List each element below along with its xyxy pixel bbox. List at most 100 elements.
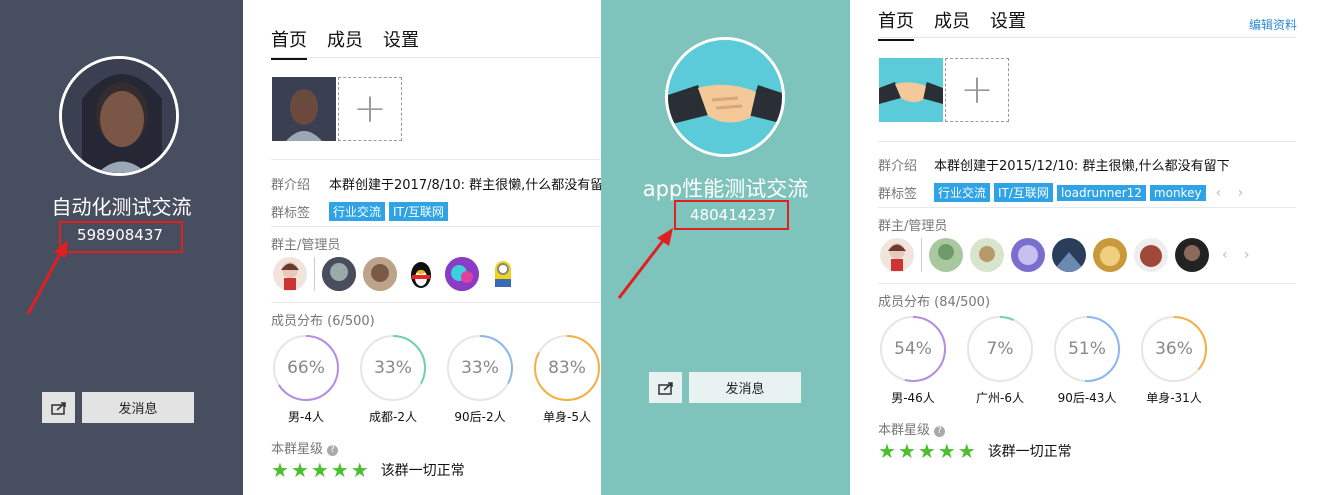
tag[interactable]: 行业交流 [329, 202, 386, 221]
rating-label: 本群星级? [878, 419, 946, 438]
group1-name: 自动化测试交流 [51, 195, 192, 219]
donut-label: 男-46人 [891, 391, 935, 405]
tab-divider [878, 37, 1296, 38]
group1-sidebar: 自动化测试交流 598908437 发消息 [0, 0, 243, 495]
distribution-donut: 7% 广州-6人 [966, 315, 1034, 406]
donut-label: 单身-31人 [1146, 391, 1202, 405]
star-rating: ★ ★ ★ ★ ★ 该群一切正常 [271, 460, 465, 480]
donut-percent: 54% [894, 339, 932, 359]
qq-penguin-avatar[interactable] [404, 257, 438, 291]
minion-avatar[interactable] [486, 257, 520, 291]
separator [921, 238, 922, 272]
star-icon: ★ [937, 439, 956, 463]
tag[interactable]: IT/互联网 [389, 202, 448, 221]
star-icon: ★ [350, 458, 369, 482]
intro-text: 本群创建于2015/12/10: 群主很懒,什么都没有留下 [934, 159, 1230, 174]
admin-avatar[interactable] [1134, 238, 1168, 272]
donut-percent: 7% [986, 339, 1014, 359]
group2-sidebar: app性能测试交流 480414237 发消息 [601, 0, 850, 495]
group2-tabs: 首页 成员 设置 [878, 7, 1026, 41]
rating-text: 该群一切正常 [380, 463, 465, 479]
admin-avatar[interactable] [1093, 238, 1127, 272]
highlight-box [59, 221, 183, 253]
admin-nav-arrows-icon[interactable]: ‹ › [1222, 247, 1256, 263]
tab-settings[interactable]: 设置 [990, 7, 1026, 41]
help-icon[interactable]: ? [934, 426, 946, 437]
distribution-donut: 33% 90后-2人 [446, 334, 514, 425]
tag[interactable]: loadrunner12 [1056, 185, 1146, 201]
donut-label: 90后-43人 [1057, 391, 1117, 405]
admin-avatar[interactable] [1052, 238, 1086, 272]
tab-members[interactable]: 成员 [934, 7, 970, 41]
group-photo-thumb[interactable] [879, 58, 943, 122]
intro-label: 群介绍 [271, 178, 311, 193]
divider [271, 302, 601, 303]
star-icon: ★ [878, 439, 896, 463]
tag-list: 行业交流 IT/互联网 [329, 201, 452, 221]
tags-label: 群标签 [271, 206, 311, 221]
group1-avatar[interactable] [59, 56, 179, 176]
rating-label: 本群星级? [271, 438, 339, 457]
star-icon: ★ [897, 439, 916, 463]
admin-avatar[interactable] [322, 257, 356, 291]
rating-text: 该群一切正常 [987, 444, 1072, 460]
divider [878, 207, 1296, 208]
star-rating: ★ ★ ★ ★ ★ 该群一切正常 [878, 441, 1072, 461]
owner-avatar[interactable] [880, 238, 914, 272]
tag[interactable]: 行业交流 [934, 183, 991, 202]
distribution-donut: 33% 成都-2人 [359, 334, 427, 425]
highlight-box [674, 200, 789, 230]
tab-members[interactable]: 成员 [327, 26, 363, 60]
tab-divider [271, 57, 601, 58]
send-message-button[interactable]: 发消息 [82, 392, 194, 423]
share-button[interactable] [649, 372, 682, 403]
group2-avatar[interactable] [665, 37, 785, 157]
admin-avatar[interactable] [970, 238, 1004, 272]
divider [878, 141, 1296, 142]
intro-label: 群介绍 [878, 159, 918, 174]
admin-avatar[interactable] [1175, 238, 1209, 272]
tag-nav-arrows-icon[interactable]: ‹ › [1216, 185, 1250, 201]
tab-home[interactable]: 首页 [271, 26, 307, 60]
share-button[interactable] [42, 392, 75, 423]
star-icon: ★ [310, 458, 329, 482]
star-icon: ★ [330, 458, 349, 482]
tab-home[interactable]: 首页 [878, 7, 914, 41]
donut-label: 广州-6人 [976, 391, 1024, 405]
admin-avatar[interactable] [929, 238, 963, 272]
donut-label: 男-4人 [288, 410, 324, 424]
red-arrow-icon [617, 228, 673, 299]
distribution-donut: 66% 男-4人 [272, 334, 340, 425]
distribution-donut: 36% 单身-31人 [1140, 315, 1208, 406]
tag[interactable]: IT/互联网 [994, 183, 1053, 202]
add-photo-button[interactable]: + [338, 77, 402, 141]
distribution-donut: 51% 90后-43人 [1053, 315, 1121, 406]
add-photo-button[interactable]: + [945, 58, 1009, 122]
star-icon: ★ [957, 439, 976, 463]
admin-avatar[interactable] [363, 257, 397, 291]
tag[interactable]: monkey [1149, 185, 1206, 201]
edit-profile-link[interactable]: 编辑资料 [1249, 16, 1297, 33]
donut-percent: 83% [548, 358, 586, 378]
donut-percent: 51% [1068, 339, 1106, 359]
admin-avatar[interactable] [1011, 238, 1045, 272]
donut-label: 成都-2人 [369, 410, 417, 424]
group-photo-thumb[interactable] [272, 77, 336, 141]
donut-percent: 33% [374, 358, 412, 378]
group2-name: app性能测试交流 [642, 177, 809, 201]
tab-settings[interactable]: 设置 [383, 26, 419, 60]
donut-label: 单身-5人 [543, 410, 591, 424]
help-icon[interactable]: ? [327, 445, 339, 456]
divider [271, 159, 601, 160]
star-icon: ★ [917, 439, 936, 463]
star-icon: ★ [271, 458, 289, 482]
handshake-icon [668, 40, 782, 154]
share-icon [50, 401, 66, 415]
admin-avatar[interactable] [445, 257, 479, 291]
divider [271, 226, 601, 227]
intro-text: 本群创建于2017/8/10: 群主很懒,什么都没有留下 [329, 178, 601, 193]
owner-avatar[interactable] [273, 257, 307, 291]
send-message-button[interactable]: 发消息 [689, 372, 801, 403]
donut-percent: 36% [1155, 339, 1193, 359]
donut-percent: 66% [287, 358, 325, 378]
